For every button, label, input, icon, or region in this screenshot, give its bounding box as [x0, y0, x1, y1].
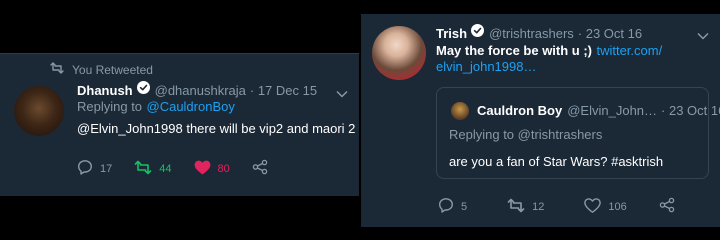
share-icon: [659, 197, 675, 216]
tweet-link-part1[interactable]: twitter.com/: [596, 43, 662, 58]
avatar[interactable]: [372, 26, 426, 80]
retweet-count: 12: [532, 200, 545, 213]
quote-author-handle: @Elvin_John…: [567, 103, 658, 118]
reply-button[interactable]: 17: [77, 159, 112, 178]
avatar[interactable]: [14, 86, 64, 136]
tweet-body: May the force be with u ;): [436, 43, 593, 58]
share-button[interactable]: [252, 159, 268, 178]
tweet-actions: 5 12 106: [438, 197, 675, 216]
chevron-down-icon[interactable]: [697, 27, 709, 45]
author-handle[interactable]: @trishtrashers: [489, 26, 574, 41]
share-button[interactable]: [659, 197, 675, 216]
like-count: 80: [217, 162, 230, 175]
author-name[interactable]: Dhanush: [77, 83, 133, 98]
reply-icon: [438, 197, 454, 216]
verified-icon: [136, 81, 150, 99]
like-icon: [194, 160, 211, 178]
quote-replying-to: Replying to @trishtrashers: [449, 127, 603, 142]
like-count: 106: [608, 200, 627, 213]
tweet-header: Dhanush @dhanushkraja · 17 Dec 15: [77, 81, 317, 99]
retweet-button[interactable]: 12: [507, 198, 544, 216]
like-icon: [584, 197, 602, 216]
tweet-header: Trish @trishtrashers · 23 Oct 16: [436, 24, 642, 42]
verified-icon: [471, 24, 485, 42]
retweet-icon: [134, 160, 152, 178]
share-icon: [252, 159, 268, 178]
author-handle[interactable]: @dhanushkraja: [155, 83, 246, 98]
quote-text: are you a fan of Star Wars? #asktrish: [449, 154, 664, 169]
retweet-label: You Retweeted: [72, 63, 153, 77]
tweet-date[interactable]: · 23 Oct 16: [578, 26, 642, 41]
replying-to: Replying to @CauldronBoy: [77, 98, 235, 116]
like-button[interactable]: 80: [194, 160, 230, 178]
retweet-context: You Retweeted: [50, 61, 153, 79]
retweet-count: 44: [159, 162, 172, 175]
tweet-text: @Elvin_John1998 there will be vip2 and m…: [77, 121, 356, 136]
chevron-down-icon[interactable]: [336, 85, 348, 103]
divider: [0, 53, 359, 54]
like-button[interactable]: 106: [584, 197, 627, 216]
quoted-tweet[interactable]: Cauldron Boy @Elvin_John… · 23 Oct 16 Re…: [436, 87, 720, 179]
reply-icon: [77, 159, 93, 178]
retweet-icon: [50, 61, 64, 79]
tweet-link-line: elvin_john1998…: [436, 58, 536, 76]
quote-author-name: Cauldron Boy: [477, 103, 563, 118]
reply-count: 17: [100, 162, 113, 175]
tweet-actions: 17 44 80: [77, 159, 268, 178]
right-tweet[interactable]: Trish @trishtrashers · 23 Oct 16 May the…: [361, 14, 720, 227]
replying-prefix: Replying to: [77, 99, 143, 114]
quote-header: Cauldron Boy @Elvin_John… · 23 Oct 16: [477, 103, 720, 118]
left-tweet[interactable]: You Retweeted Dhanush @dhanushkraja · 17…: [0, 53, 359, 196]
tweet-link-part2[interactable]: elvin_john1998…: [436, 59, 536, 74]
replying-to-link[interactable]: @CauldronBoy: [147, 99, 235, 114]
retweet-button[interactable]: 44: [134, 160, 172, 178]
tweet-date[interactable]: · 17 Dec 15: [250, 83, 317, 98]
author-name[interactable]: Trish: [436, 26, 467, 41]
retweet-icon: [507, 198, 525, 216]
quote-date: · 23 Oct 16: [661, 103, 720, 118]
reply-button[interactable]: 5: [438, 197, 467, 216]
quote-avatar: [451, 102, 469, 120]
reply-count: 5: [461, 200, 468, 213]
